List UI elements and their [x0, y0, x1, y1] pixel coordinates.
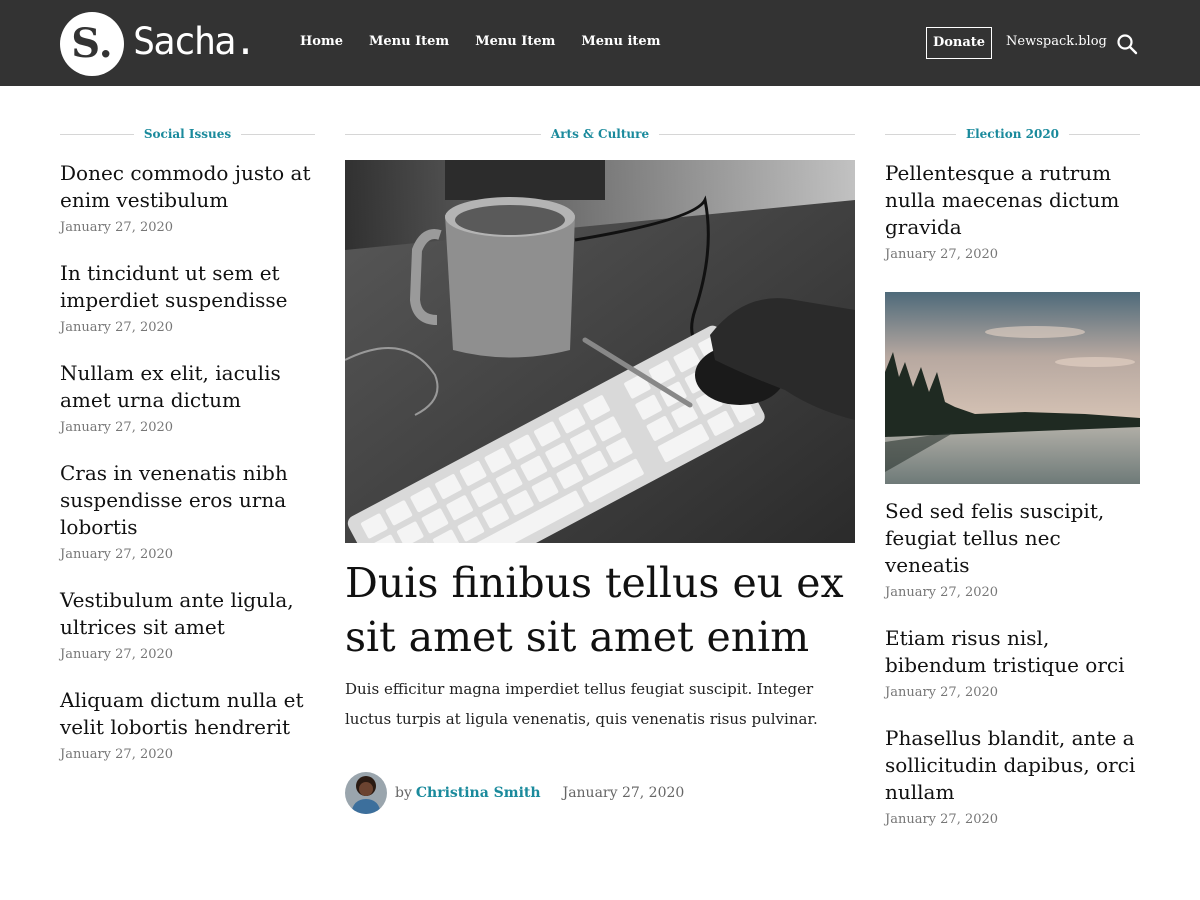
article-thumbnail[interactable] [885, 292, 1140, 484]
donate-button[interactable]: Donate [926, 27, 992, 59]
article-item: Aliquam dictum nulla et velit lobortis h… [60, 687, 315, 762]
category-link[interactable]: Social Issues [134, 127, 241, 141]
article-item: Cras in venenatis nibh suspendisse eros … [60, 460, 315, 562]
article-date: January 27, 2020 [60, 647, 174, 662]
byline-prefix: by [395, 785, 412, 801]
article-item: Donec commodo justo at enim vestibulum J… [60, 160, 315, 235]
author-link[interactable]: Christina Smith [416, 785, 541, 801]
section-heading-left: Social Issues [60, 124, 316, 144]
article-title[interactable]: In tincidunt ut sem et imperdiet suspend… [60, 260, 315, 314]
article-title[interactable]: Aliquam dictum nulla et velit lobortis h… [60, 687, 315, 741]
site-logo[interactable]: S. [60, 12, 124, 76]
category-link[interactable]: Election 2020 [956, 127, 1069, 141]
site-header: S. Sacha. Home Menu Item Menu Item Menu … [0, 0, 1200, 86]
author-avatar[interactable] [345, 772, 387, 814]
left-article-list: Donec commodo justo at enim vestibulum J… [60, 160, 315, 787]
article-item: In tincidunt ut sem et imperdiet suspend… [60, 260, 315, 335]
article-title[interactable]: Nullam ex elit, iaculis amet urna dictum [60, 360, 315, 414]
article-item: Pellentesque a rutrum nulla maecenas dic… [885, 160, 1140, 262]
article-date: January 27, 2020 [60, 220, 174, 235]
article-item: Vestibulum ante ligula, ultrices sit ame… [60, 587, 315, 662]
section-heading-center: Arts & Culture [345, 124, 855, 144]
article-item: Phasellus blandit, ante a sollicitudin d… [885, 725, 1140, 827]
category-link[interactable]: Arts & Culture [541, 127, 659, 141]
section-heading-right: Election 2020 [885, 124, 1140, 144]
featured-article-excerpt: Duis efficitur magna imperdiet tellus fe… [345, 680, 818, 728]
article-title[interactable]: Cras in venenatis nibh suspendisse eros … [60, 460, 315, 541]
article-byline: by Christina Smith January 27, 2020 [345, 772, 855, 814]
article-date: January 27, 2020 [562, 785, 685, 801]
nav-item-home[interactable]: Home [300, 34, 343, 49]
nav-item-menu-1[interactable]: Menu Item [369, 34, 449, 49]
article-title[interactable]: Etiam risus nisl, bibendum tristique orc… [885, 625, 1140, 679]
article-title[interactable]: Vestibulum ante ligula, ultrices sit ame… [60, 587, 315, 641]
article-title[interactable]: Sed sed felis suscipit, feugiat tellus n… [885, 498, 1140, 579]
article-title[interactable]: Donec commodo justo at enim vestibulum [60, 160, 315, 214]
search-icon[interactable] [1116, 33, 1138, 55]
right-article-list: Pellentesque a rutrum nulla maecenas dic… [885, 160, 1140, 852]
featured-image[interactable] [345, 160, 855, 543]
article-date: January 27, 2020 [60, 320, 174, 335]
featured-article-title[interactable]: Duis finibus tellus eu ex sit amet sit a… [345, 556, 865, 664]
article-item: Etiam risus nisl, bibendum tristique orc… [885, 625, 1140, 700]
site-title[interactable]: Sacha. [133, 18, 257, 66]
article-date: January 27, 2020 [885, 685, 999, 700]
primary-nav: Home Menu Item Menu Item Menu item [300, 34, 686, 49]
secondary-nav-link[interactable]: Newspack.blog [1006, 34, 1107, 49]
nav-item-menu-3[interactable]: Menu item [581, 34, 660, 49]
article-date: January 27, 2020 [885, 247, 999, 262]
nav-item-menu-2[interactable]: Menu Item [475, 34, 555, 49]
article-date: January 27, 2020 [60, 420, 174, 435]
article-date: January 27, 2020 [60, 747, 174, 762]
article-date: January 27, 2020 [885, 812, 999, 827]
article-date: January 27, 2020 [60, 547, 174, 562]
article-date: January 27, 2020 [885, 585, 999, 600]
article-title[interactable]: Phasellus blandit, ante a sollicitudin d… [885, 725, 1140, 806]
article-title[interactable]: Pellentesque a rutrum nulla maecenas dic… [885, 160, 1140, 241]
article-item: Sed sed felis suscipit, feugiat tellus n… [885, 498, 1140, 600]
article-item: Nullam ex elit, iaculis amet urna dictum… [60, 360, 315, 435]
